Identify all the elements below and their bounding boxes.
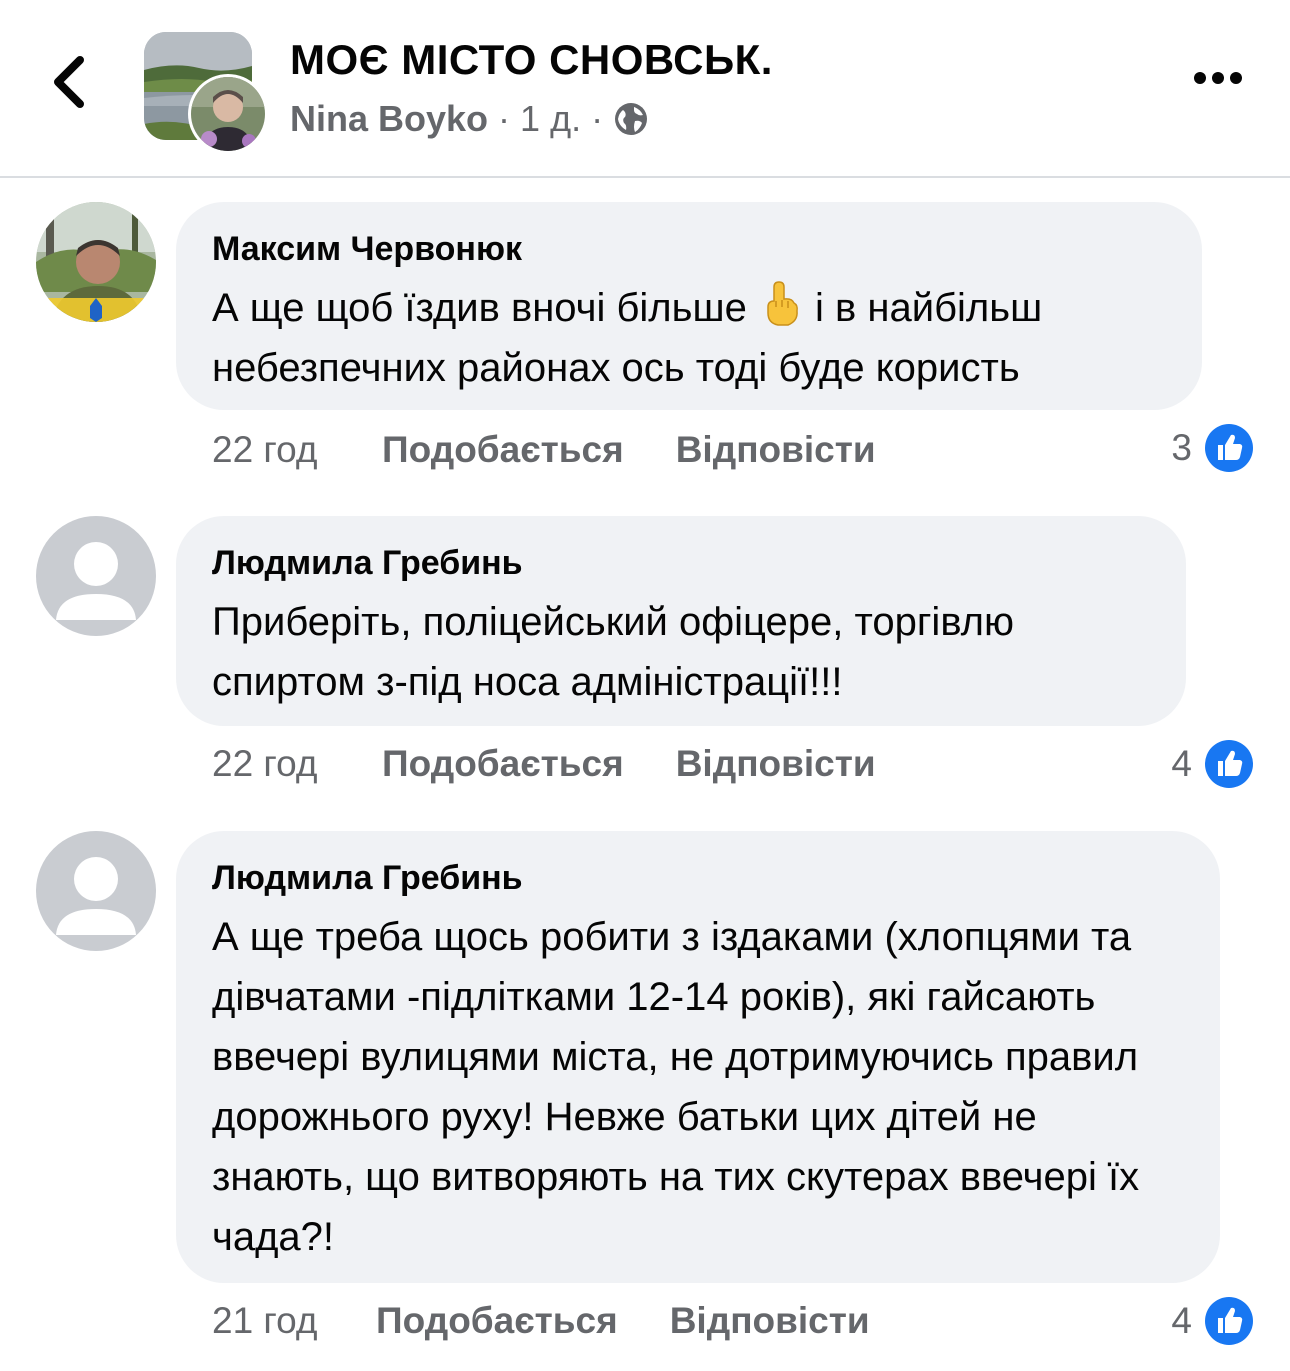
author-photo	[191, 77, 265, 151]
comment-text: Приберіть, поліцейський офіцере, торгівл…	[212, 600, 1026, 704]
post-header: МОЄ МІСТО СНОВСЬК. Nina Boyko · 1 д. ·	[0, 0, 1290, 176]
meta-separator: ·	[591, 98, 604, 139]
commenter-name[interactable]: Людмила Гребинь	[212, 542, 1150, 584]
more-options-button[interactable]	[1188, 58, 1248, 98]
like-button[interactable]: Подобається	[376, 1300, 618, 1342]
comment-bubble[interactable]: Людмила Гребинь А ще треба щось робити з…	[176, 831, 1220, 1283]
commenter-avatar[interactable]	[36, 831, 156, 951]
reaction-summary[interactable]: 4	[1171, 738, 1254, 790]
thumbs-up-icon	[1204, 1296, 1254, 1346]
reply-button[interactable]: Відповісти	[670, 1300, 870, 1342]
like-button[interactable]: Подобається	[382, 429, 624, 471]
author-avatar[interactable]	[188, 74, 268, 154]
post-time[interactable]: 1 д.	[520, 98, 581, 140]
comment-time[interactable]: 22 год	[212, 743, 382, 785]
default-avatar-icon	[36, 831, 156, 951]
chevron-left-icon	[54, 56, 84, 108]
reply-button[interactable]: Відповісти	[676, 743, 876, 785]
commenter-name[interactable]: Максим Червонюк	[212, 228, 1166, 270]
reaction-count: 3	[1171, 427, 1192, 468]
default-avatar-icon	[36, 516, 156, 636]
comment-actions: 21 год Подобається Відповісти	[212, 1297, 870, 1345]
comment-bubble[interactable]: Людмила Гребинь Приберіть, поліцейський …	[176, 516, 1186, 726]
comment-time[interactable]: 22 год	[212, 429, 382, 471]
back-button[interactable]	[36, 44, 106, 120]
commenter-avatar[interactable]	[36, 202, 156, 322]
more-horizontal-icon	[1194, 72, 1242, 84]
pointing-up-emoji-icon	[758, 281, 804, 327]
like-button[interactable]: Подобається	[382, 743, 624, 785]
comment-actions: 22 год Подобається Відповісти	[212, 740, 876, 788]
globe-icon	[613, 101, 649, 137]
comment-text: А ще щоб їздив вночі більше і в найбільш…	[212, 278, 1166, 398]
comment-actions: 22 год Подобається Відповісти	[212, 426, 876, 474]
post-meta: Nina Boyko · 1 д. ·	[290, 98, 649, 140]
reaction-count: 4	[1171, 1300, 1192, 1341]
commenter-avatar[interactable]	[36, 516, 156, 636]
thumbs-up-icon	[1204, 423, 1254, 473]
header-divider	[0, 176, 1290, 178]
author-name[interactable]: Nina Boyko	[290, 98, 488, 140]
reaction-summary[interactable]: 4	[1171, 1295, 1254, 1347]
group-title[interactable]: МОЄ МІСТО СНОВСЬК.	[290, 36, 773, 84]
reply-button[interactable]: Відповісти	[676, 429, 876, 471]
thumbs-up-icon	[1204, 739, 1254, 789]
commenter-photo	[36, 202, 156, 322]
comment-text: А ще треба щось робити з іздаками (хлопц…	[212, 915, 1151, 1259]
reaction-count: 4	[1171, 743, 1192, 784]
comment-text-part: А ще щоб їздив вночі більше	[212, 286, 758, 330]
meta-separator: ·	[498, 98, 511, 139]
commenter-name[interactable]: Людмила Гребинь	[212, 857, 1184, 899]
comment-bubble[interactable]: Максим Червонюк А ще щоб їздив вночі біл…	[176, 202, 1202, 410]
comment-time[interactable]: 21 год	[212, 1300, 376, 1342]
reaction-summary[interactable]: 3	[1171, 422, 1254, 474]
